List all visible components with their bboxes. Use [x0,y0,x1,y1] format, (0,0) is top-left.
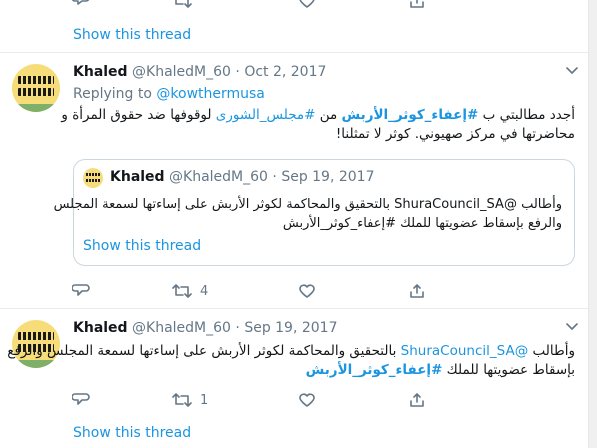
separator: · [235,64,240,80]
show-thread-link[interactable]: Show this thread [73,27,191,43]
hashtag-link[interactable]: #إعفاء_كوثر_الأربش [306,362,443,378]
separator: · [272,169,277,185]
tweet-text-line: وأطالب @ShuraCouncil_SA بالتحقيق والمحاك… [7,342,575,361]
author-handle[interactable]: @KhaledM_60 [132,320,231,336]
heart-icon[interactable] [298,283,316,299]
retweet-count: 4 [200,283,209,299]
tweet-date[interactable]: Oct 2, 2017 [244,64,326,80]
chevron-down-icon[interactable] [566,323,578,331]
retweet-count: 1 [200,392,209,408]
separator: · [235,320,240,336]
quoted-avatar [83,168,103,188]
heart-icon[interactable] [298,392,316,408]
author-name[interactable]: Khaled [73,64,128,80]
quoted-author-name: Khaled [110,169,165,185]
reply-icon[interactable] [72,283,90,299]
mention-text: @ShuraCouncil_SA [394,197,517,212]
tweet-header: Khaled @KhaledM_60 · Oct 2, 2017 [73,64,326,80]
previous-tweet: Show this thread [0,0,588,53]
text-fragment: بالتحقيق والمحاكمة لكوثر الأربش على إساء… [53,197,395,212]
text-fragment: بالتحقيق والمحاكمة لكوثر الأربش على إساء… [7,343,401,359]
share-action[interactable] [409,283,425,299]
avatar[interactable] [12,64,60,112]
reply-action[interactable] [72,283,90,299]
text-fragment: بإسقاط عضويتها للملك [442,362,575,378]
tweet-text-line: بإسقاط عضويتها للملك #إعفاء_كوثر_الأربش [65,361,575,380]
tweet-date[interactable]: Sep 19, 2017 [244,320,337,336]
share-action[interactable] [409,392,425,408]
tweet[interactable]: Khaled @KhaledM_60 · Oct 2, 2017 Replyin… [0,53,588,308]
quoted-date: Sep 19, 2017 [281,169,375,185]
hashtag-link[interactable]: #مجلس_الشورى [216,107,316,123]
like-action[interactable] [298,392,316,408]
text-fragment: من [315,107,342,123]
tweet-text: وأطالب @ShuraCouncil_SA بالتحقيق والمحاك… [7,342,575,380]
heart-icon[interactable] [298,0,316,8]
tweet-actions: 4 [72,283,432,303]
like-action[interactable] [298,283,316,299]
tweet-text-line: محاضرتها في مركز صهيوني. كوثر لا تمثلنا! [335,126,575,142]
retweet-icon[interactable] [172,0,192,8]
tweet[interactable]: Khaled @KhaledM_60 · Sep 19, 2017 وأطالب… [0,309,588,448]
previous-tweet-actions [72,0,572,14]
quoted-tweet[interactable]: Khaled @KhaledM_60 · Sep 19, 2017 وأطالب… [54,159,575,266]
retweet-action[interactable]: 1 [172,392,208,408]
quoted-text: وأطالب @ShuraCouncil_SA بالتحقيق والمحاك… [54,195,562,233]
text-fragment: أجدد مطالبتي ب [478,107,575,123]
quoted-text-line: والرفع بإسقاط عضويتها للملك #إعفاء_كوثر_… [282,216,562,231]
share-icon[interactable] [409,283,425,299]
text-fragment: لوقوفها ضد حقوق المرأة و [61,107,216,123]
quoted-text-line: وأطالب @ShuraCouncil_SA بالتحقيق والمحاك… [54,195,562,214]
tweet-actions: 1 [72,392,432,412]
replying-mention[interactable]: @kowthermusa [156,86,265,102]
reply-icon[interactable] [72,392,90,408]
hashtag-link[interactable]: #إعفاء_كوثر_الأربش [342,107,479,123]
show-thread-link[interactable]: Show this thread [83,238,201,254]
tweet-header: Khaled @KhaledM_60 · Sep 19, 2017 [73,320,338,336]
chevron-down-icon[interactable] [566,67,578,75]
retweet-icon[interactable] [172,392,192,408]
quoted-header: Khaled @KhaledM_60 · Sep 19, 2017 [110,169,375,185]
replying-to: Replying to @kowthermusa [73,86,265,102]
tweet-text-line: أجدد مطالبتي ب #إعفاء_كوثر_الأربش من #مج… [61,106,575,125]
tweet-text: أجدد مطالبتي ب #إعفاء_كوثر_الأربش من #مج… [61,106,575,144]
retweet-action[interactable]: 4 [172,283,208,299]
quoted-author-handle: @KhaledM_60 [169,169,268,185]
reply-action[interactable] [72,392,90,408]
share-icon[interactable] [409,0,425,8]
reply-icon[interactable] [72,0,90,8]
scrollbar[interactable] [588,0,597,448]
author-name[interactable]: Khaled [73,320,128,336]
show-thread-link[interactable]: Show this thread [73,425,191,441]
replying-label: Replying to [73,86,152,102]
mention-link[interactable]: @ShuraCouncil_SA [401,343,529,359]
author-handle[interactable]: @KhaledM_60 [132,64,231,80]
text-fragment: وأطالب [528,343,575,359]
share-icon[interactable] [409,392,425,408]
retweet-icon[interactable] [172,283,192,299]
text-fragment: وأطالب [516,197,562,212]
